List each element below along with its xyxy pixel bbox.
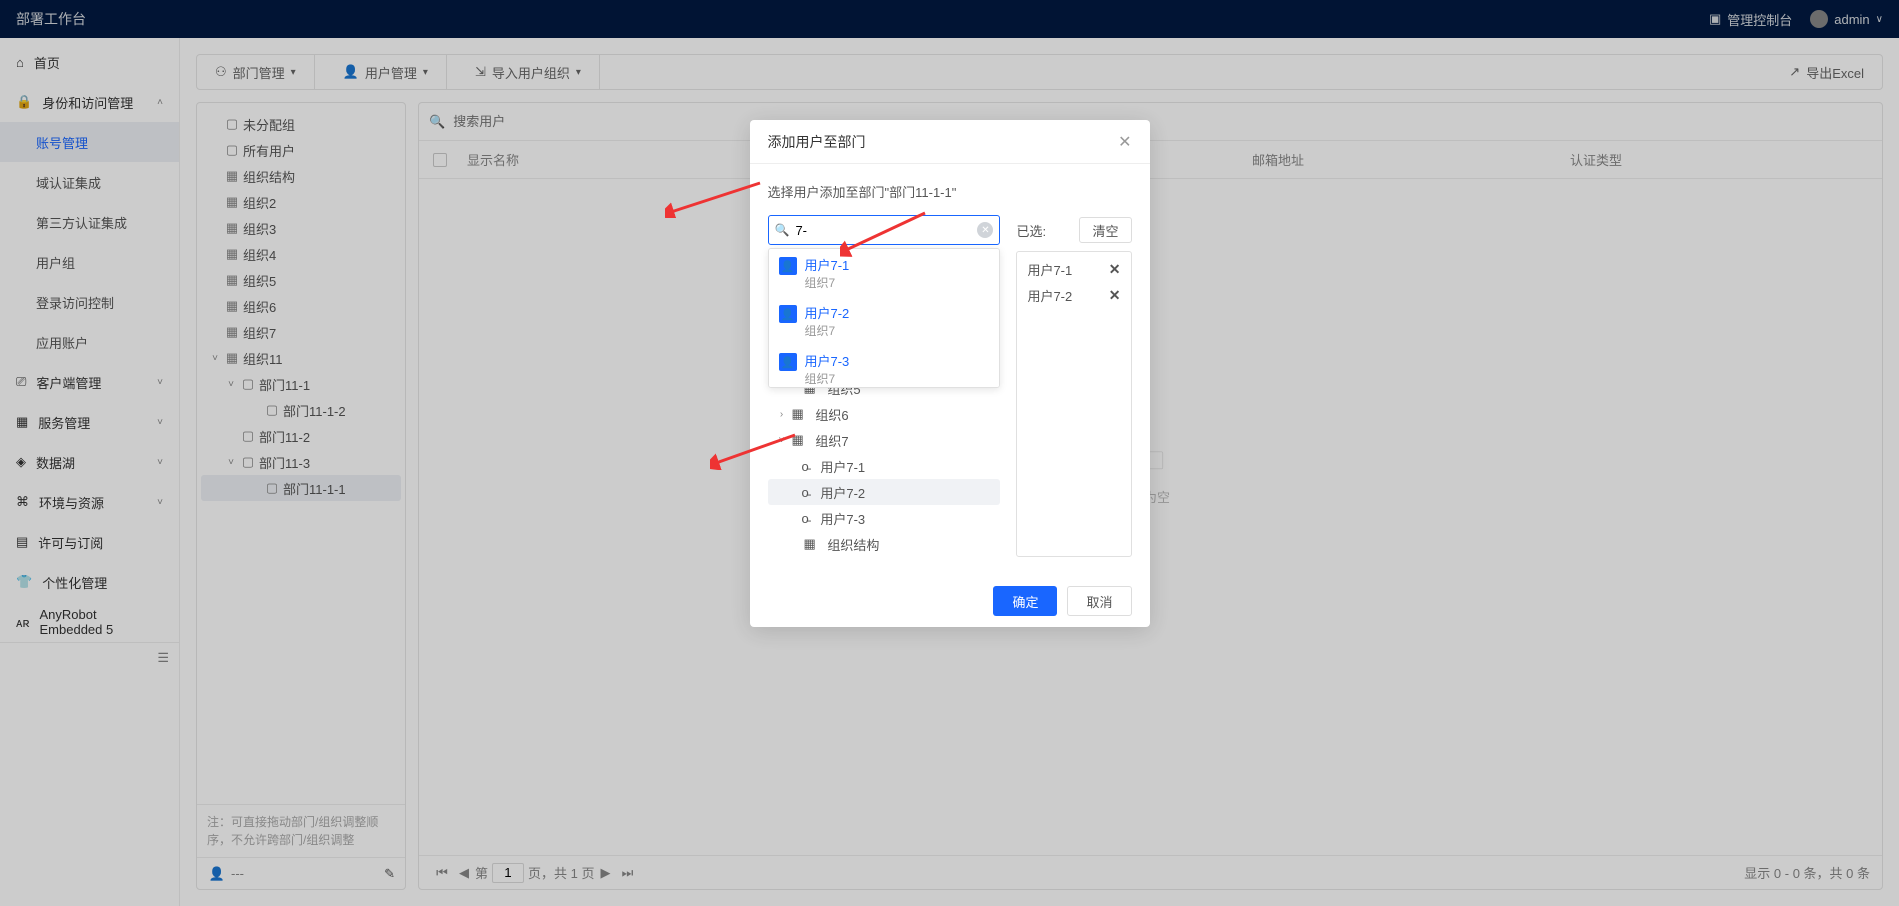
search-dropdown: 👤 用户7-1组织7 👤 用户7-2组织7 👤 用户7-3组织7 (768, 248, 1001, 388)
ok-button[interactable]: 确定 (993, 586, 1057, 616)
close-icon[interactable]: ✕ (1118, 132, 1131, 152)
user-icon: ᴏ̵ (802, 485, 809, 500)
modal-org-tree: ▦ 组织5 ›▦ 组织6 ˅▦ 组织7 ᴏ̵ 用户7-1 ᴏ̵ 用户7-2 ᴏ̵… (768, 375, 1001, 557)
search-icon: 🔍 (775, 223, 790, 237)
dropdown-item[interactable]: 👤 用户7-1组织7 (769, 249, 1000, 297)
dropdown-item[interactable]: 👤 用户7-3组织7 (769, 345, 1000, 388)
selected-item: 用户7-2✕ (1017, 282, 1130, 308)
org-user-node[interactable]: ᴏ̵ 用户7-3 (768, 505, 1001, 531)
selected-list: 用户7-1✕ 用户7-2✕ (1016, 251, 1131, 557)
modal-search-input[interactable] (795, 223, 971, 238)
org-user-node[interactable]: ᴏ̵ 用户7-2 (768, 479, 1001, 505)
clear-button[interactable]: 清空 (1079, 217, 1131, 243)
dropdown-item[interactable]: 👤 用户7-2组织7 (769, 297, 1000, 345)
user-icon: ᴏ̵ (802, 511, 809, 526)
remove-icon[interactable]: ✕ (1109, 287, 1121, 304)
user-icon: 👤 (779, 353, 797, 371)
selected-item: 用户7-1✕ (1017, 256, 1130, 282)
modal-search: 🔍 ✕ 👤 用户7-1组织7 👤 用户7-2组织7 👤 (768, 215, 1001, 245)
modal-footer: 确定 取消 (750, 575, 1150, 627)
org-icon: ▦ (792, 432, 804, 448)
chevron-right-icon[interactable]: › (776, 409, 788, 420)
org-node[interactable]: ›▦ 组织6 (768, 401, 1001, 427)
user-icon: 👤 (779, 305, 797, 323)
modal-title: 添加用户至部门 (768, 132, 866, 152)
org-user-node[interactable]: ᴏ̵ 用户7-1 (768, 453, 1001, 479)
org-node[interactable]: ▦ 组织结构 (768, 531, 1001, 557)
chevron-down-icon[interactable]: ˅ (776, 435, 788, 446)
user-icon: 👤 (779, 257, 797, 275)
clear-input-icon[interactable]: ✕ (977, 222, 993, 238)
modal-hint: 选择用户添加至部门"部门11-1-1" (768, 182, 1132, 201)
modal-header: 添加用户至部门 ✕ (750, 120, 1150, 164)
user-icon: ᴏ̵ (802, 459, 809, 474)
org-icon: ▦ (792, 406, 804, 422)
remove-icon[interactable]: ✕ (1109, 261, 1121, 278)
add-user-modal: 添加用户至部门 ✕ 选择用户添加至部门"部门11-1-1" 🔍 ✕ 👤 用户7-… (750, 120, 1150, 627)
selected-header: 已选: 清空 (1016, 215, 1131, 245)
org-node[interactable]: ˅▦ 组织7 (768, 427, 1001, 453)
cancel-button[interactable]: 取消 (1067, 586, 1131, 616)
org-icon: ▦ (804, 536, 816, 552)
